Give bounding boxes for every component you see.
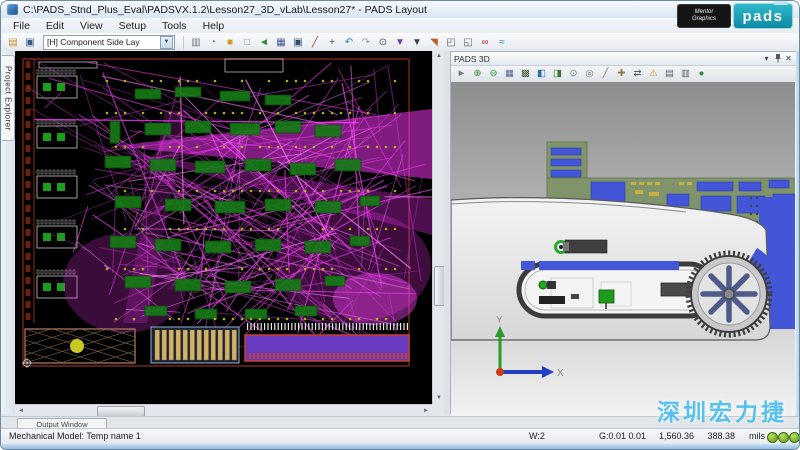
pin-icon[interactable]: [772, 53, 783, 64]
design-rules-icon[interactable]: ■: [222, 35, 238, 50]
brand-logos: MentorGraphics pads: [677, 4, 792, 28]
save-file-icon[interactable]: ▣: [22, 35, 38, 50]
pads-logo: pads: [734, 4, 792, 28]
pcb-layout-canvas[interactable]: [15, 51, 432, 404]
menu-tools[interactable]: Tools: [154, 20, 195, 32]
toolbar-separator: [183, 36, 184, 49]
project-explorer-tab[interactable]: Project Explorer: [2, 55, 15, 141]
panel-menu-icon[interactable]: ▾: [761, 53, 772, 64]
pads3d-title: PADS 3D: [454, 54, 490, 64]
window-bottom-border: [1, 444, 799, 450]
board-view-icon[interactable]: ▣: [290, 35, 306, 50]
scrollbar-corner: [432, 404, 444, 416]
zoom-window-icon[interactable]: ⊙: [566, 67, 581, 81]
menu-file[interactable]: File: [5, 20, 38, 32]
axis-y-label: Y: [496, 315, 503, 326]
export-icon[interactable]: ▤: [662, 67, 677, 81]
open-file-icon[interactable]: ▤: [5, 35, 21, 50]
view-bottom-icon[interactable]: ◨: [550, 67, 565, 81]
zoom-out-icon[interactable]: ⊖: [486, 67, 501, 81]
probe-icon[interactable]: ✚: [614, 67, 629, 81]
status-units: mils: [749, 431, 765, 441]
zoom-in-icon[interactable]: ⊕: [470, 67, 485, 81]
window-cascade-icon[interactable]: ◰: [443, 35, 459, 50]
layout-canvas-container: [15, 51, 432, 404]
layer-selector-dropdown[interactable]: [H] Component Side Lay ▼: [43, 35, 175, 50]
menu-edit[interactable]: Edit: [38, 20, 72, 32]
select-icon[interactable]: ►: [454, 67, 469, 81]
pads3d-scene: Y X: [451, 82, 795, 416]
pan-icon[interactable]: ◎: [582, 67, 597, 81]
racetrack-slot: [519, 261, 715, 316]
status-grid: G:0.01 0.01: [599, 431, 646, 441]
view-shaded-icon[interactable]: ▩: [518, 67, 533, 81]
warning-icon[interactable]: ⚠: [646, 67, 661, 81]
eco-mode-icon[interactable]: ◄: [256, 35, 272, 50]
mentor-graphics-logo: MentorGraphics: [677, 4, 731, 28]
view-3d-icon[interactable]: ≈: [494, 35, 510, 50]
highlight-brush-icon[interactable]: ◥: [426, 35, 442, 50]
dropdown-arrow-icon[interactable]: ▼: [160, 36, 173, 49]
copy-view-icon[interactable]: ▥: [678, 67, 693, 81]
window-right-border: [796, 51, 800, 442]
verify-design-icon[interactable]: ∞: [477, 35, 493, 50]
left-dock-strip: Project Explorer: [1, 51, 16, 414]
pads3d-toolbar: ►⊕⊖▦▩◧◨⊙◎╱✚⇄⚠▤▥●: [451, 66, 797, 83]
status-led-2[interactable]: [778, 432, 789, 443]
menu-help[interactable]: Help: [195, 20, 233, 32]
pads3d-title-bar[interactable]: PADS 3D ▾ ✕: [451, 52, 797, 66]
zoom-icon[interactable]: ⊙: [375, 35, 391, 50]
move-icon[interactable]: +: [324, 35, 340, 50]
connector-component: [556, 240, 608, 253]
watermark-text: 深圳宏力捷: [657, 393, 787, 427]
app-icon: [7, 4, 18, 15]
properties-icon[interactable]: ▥: [188, 35, 204, 50]
status-led-1[interactable]: [767, 432, 778, 443]
align-icon[interactable]: ⇄: [630, 67, 645, 81]
menu-view[interactable]: View: [72, 20, 111, 32]
main-toolbar: ▤▣ [H] Component Side Lay ▼ ▥◔■□◄▦▣╱+↶↷⊙…: [1, 33, 799, 52]
menu-setup[interactable]: Setup: [111, 20, 154, 32]
pads3d-panel: PADS 3D ▾ ✕ ►⊕⊖▦▩◧◨⊙◎╱✚⇄⚠▤▥●: [450, 51, 798, 414]
pads3d-viewport[interactable]: Y X: [451, 82, 797, 414]
status-width-mode: W:2: [529, 431, 545, 441]
view-wireframe-icon[interactable]: ▦: [502, 67, 517, 81]
refresh-icon[interactable]: ◔: [205, 35, 221, 50]
redo-icon[interactable]: ↷: [358, 35, 374, 50]
new-document-icon[interactable]: □: [239, 35, 255, 50]
view-top-icon[interactable]: ◧: [534, 67, 549, 81]
sphere-render-icon[interactable]: ●: [694, 67, 709, 81]
status-coord-x: 1,560.36: [646, 431, 694, 441]
filter-gates-icon[interactable]: ▼: [392, 35, 408, 50]
undo-icon[interactable]: ↶: [341, 35, 357, 50]
measure-icon[interactable]: ╱: [598, 67, 613, 81]
route-icon[interactable]: ╱: [307, 35, 323, 50]
status-led-3[interactable]: [789, 432, 800, 443]
axis-x-label: X: [557, 368, 564, 379]
close-icon[interactable]: ✕: [783, 53, 794, 64]
status-model-text: Mechanical Model: Temp name 1: [9, 431, 141, 441]
status-coord-y: 388.38: [699, 431, 735, 441]
grid-settings-icon[interactable]: ▦: [273, 35, 289, 50]
window-tile-icon[interactable]: ◱: [460, 35, 476, 50]
window-title: C:\PADS_Stnd_Plus_Eval\PADSVX.1.2\Lesson…: [23, 4, 427, 16]
pads-layout-window: C:\PADS_Stnd_Plus_Eval\PADSVX.1.2\Lesson…: [0, 0, 800, 450]
filter-nets-icon[interactable]: ▼: [409, 35, 425, 50]
status-bar: Mechanical Model: Temp name 1 W:2 G:0.01…: [1, 428, 799, 445]
